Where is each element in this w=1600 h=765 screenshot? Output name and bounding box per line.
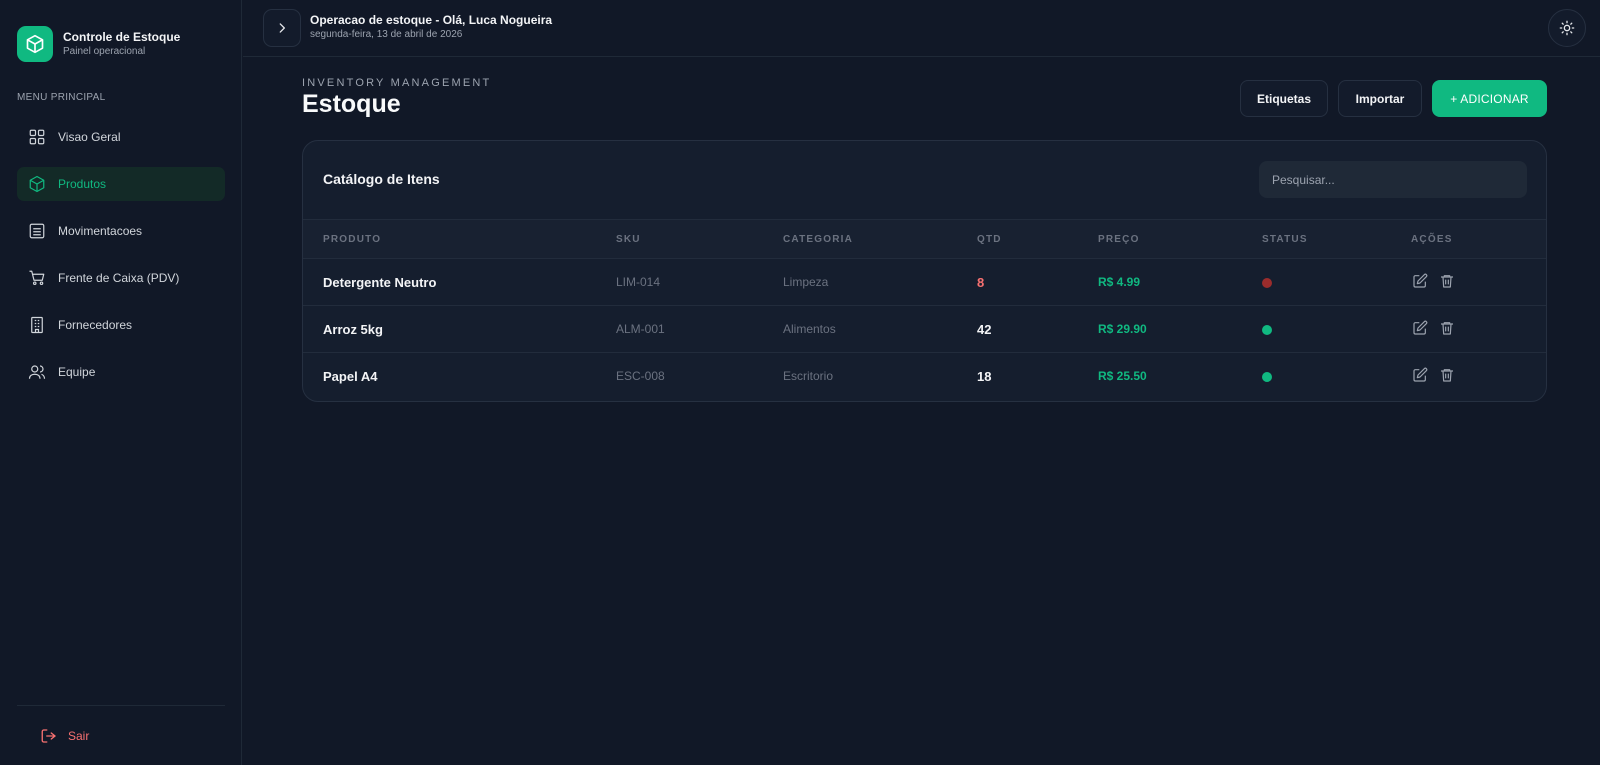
- sidebar-item-movimentacoes[interactable]: Movimentacoes: [17, 214, 225, 248]
- import-button[interactable]: Importar: [1338, 80, 1422, 117]
- building-icon: [31, 316, 43, 334]
- search-input[interactable]: [1259, 161, 1527, 198]
- brand: Controle de Estoque Painel operacional: [17, 26, 180, 62]
- brand-title: Controle de Estoque: [63, 30, 181, 44]
- delete-button[interactable]: [1438, 366, 1456, 384]
- greeting: Operacao de estoque - Olá, Luca Nogueira…: [310, 13, 552, 42]
- sidebar-divider: [17, 705, 225, 706]
- product-category: Limpeza: [783, 275, 829, 289]
- greeting-title: Operacao de estoque - Olá, Luca Nogueira: [310, 13, 553, 27]
- product-category: Escritorio: [783, 369, 834, 383]
- product-category: Alimentos: [783, 322, 836, 336]
- sidebar-item-label: Movimentacoes: [58, 224, 143, 238]
- column-header-categoria[interactable]: CATEGORIA: [783, 234, 853, 245]
- edit-button[interactable]: [1411, 272, 1429, 290]
- trash-icon: [1441, 275, 1453, 288]
- chevron-right-icon: [279, 23, 285, 33]
- sidebar: Controle de Estoque Painel operacional M…: [0, 0, 242, 765]
- product-sku: LIM-014: [616, 275, 661, 289]
- table-row[interactable]: Detergente Neutro LIM-014 Limpeza 8 R$ 4…: [303, 259, 1546, 306]
- edit-button[interactable]: [1411, 319, 1429, 337]
- box-icon: [29, 175, 45, 193]
- product-name: Detergente Neutro: [323, 275, 437, 290]
- sidebar-item-label: Frente de Caixa (PDV): [58, 271, 180, 285]
- top-bar: Operacao de estoque - Olá, Luca Nogueira…: [243, 0, 1600, 57]
- product-quantity: 8: [977, 275, 985, 290]
- row-actions: [1411, 319, 1465, 337]
- sidebar-item-produtos[interactable]: Produtos: [17, 167, 225, 201]
- brand-subtitle: Painel operacional: [63, 46, 146, 57]
- logout-label: Sair: [68, 729, 90, 743]
- theme-toggle-button[interactable]: [1548, 9, 1586, 47]
- page-overline: INVENTORY MANAGEMENT: [302, 77, 492, 89]
- column-header-sku[interactable]: SKU: [616, 234, 641, 245]
- sidebar-item-label: Equipe: [58, 365, 96, 379]
- add-item-button[interactable]: + ADICIONAR: [1432, 80, 1547, 117]
- sidebar-item-label: Visao Geral: [58, 130, 121, 144]
- sidebar-item-pdv[interactable]: Frente de Caixa (PDV): [17, 261, 225, 295]
- status-dot-ok: [1262, 372, 1272, 382]
- table-header: PRODUTO SKU CATEGORIA QTD PREÇO STATUS A…: [303, 219, 1546, 259]
- product-name: Papel A4: [323, 369, 378, 384]
- product-quantity: 42: [977, 322, 992, 337]
- sidebar-item-label: Fornecedores: [58, 318, 133, 332]
- row-actions: [1411, 272, 1465, 290]
- edit-icon: [1413, 320, 1428, 335]
- delete-button[interactable]: [1438, 272, 1456, 290]
- row-actions: [1411, 366, 1465, 384]
- logout-button[interactable]: Sair: [40, 727, 89, 745]
- column-header-preco[interactable]: PREÇO: [1098, 234, 1140, 245]
- column-header-status[interactable]: STATUS: [1262, 234, 1308, 245]
- box-icon: [17, 26, 53, 62]
- trash-icon: [1441, 322, 1453, 335]
- catalog-card: Catálogo de Itens PRODUTO SKU CATEGORIA …: [302, 140, 1547, 402]
- edit-icon: [1413, 367, 1428, 382]
- column-header-qtd[interactable]: QTD: [977, 234, 1002, 245]
- status-dot-ok: [1262, 325, 1272, 335]
- table-row[interactable]: Arroz 5kg ALM-001 Alimentos 42 R$ 29.90: [303, 306, 1546, 353]
- sun-icon: [1559, 20, 1575, 36]
- logout-icon: [41, 729, 56, 743]
- product-sku: ESC-008: [616, 369, 665, 383]
- catalog-title: Catálogo de Itens: [323, 171, 440, 187]
- product-quantity: 18: [977, 369, 992, 384]
- users-icon: [28, 365, 46, 379]
- list-icon: [29, 223, 45, 239]
- product-name: Arroz 5kg: [323, 322, 383, 337]
- delete-button[interactable]: [1438, 319, 1456, 337]
- product-sku: ALM-001: [616, 322, 665, 336]
- column-header-produto[interactable]: PRODUTO: [323, 234, 381, 245]
- product-price: R$ 4.99: [1098, 275, 1141, 289]
- product-price: R$ 25.50: [1098, 369, 1147, 383]
- table-row[interactable]: Papel A4 ESC-008 Escritorio 18 R$ 25.50: [303, 353, 1546, 400]
- sidebar-toggle-button[interactable]: [263, 9, 301, 47]
- cart-icon: [29, 270, 45, 286]
- sidebar-item-equipe[interactable]: Equipe: [17, 355, 225, 389]
- sidebar-item-fornecedores[interactable]: Fornecedores: [17, 308, 225, 342]
- product-price: R$ 29.90: [1098, 322, 1147, 336]
- edit-icon: [1413, 273, 1428, 288]
- trash-icon: [1441, 369, 1453, 382]
- sidebar-item-label: Produtos: [58, 177, 107, 191]
- page-title: Estoque: [302, 90, 401, 118]
- status-dot-low: [1262, 278, 1272, 288]
- edit-button[interactable]: [1411, 366, 1429, 384]
- sidebar-item-visao-geral[interactable]: Visao Geral: [17, 120, 225, 154]
- grid-icon: [29, 129, 45, 145]
- labels-button[interactable]: Etiquetas: [1240, 80, 1328, 117]
- main-nav: Visao Geral Produtos Movimentacoes Frent…: [17, 120, 225, 402]
- menu-header: MENU PRINCIPAL: [17, 92, 106, 103]
- current-date: segunda-feira, 13 de abril de 2026: [310, 29, 463, 40]
- column-header-acoes: AÇÕES: [1411, 234, 1453, 245]
